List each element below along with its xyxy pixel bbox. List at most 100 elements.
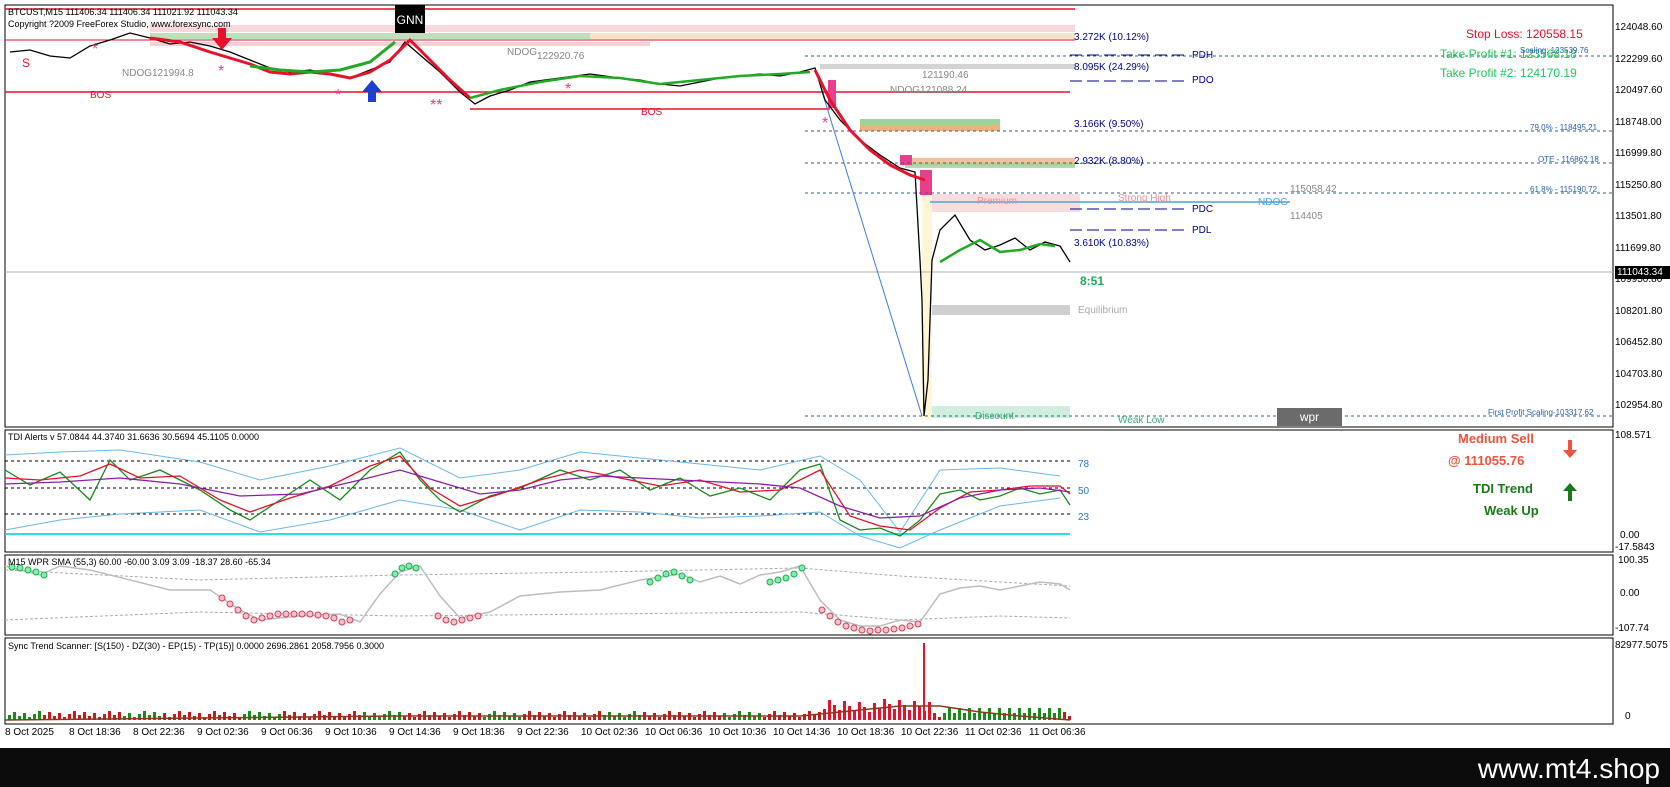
scanner-bar (483, 717, 486, 720)
price-axis-label: 109950.80 (1615, 274, 1663, 285)
scanner-bars (8, 699, 1071, 720)
scanner-axis-top: 82977.5075 (1615, 640, 1668, 651)
time-axis-label: 8 Oct 2025 (5, 727, 54, 738)
scanner-header: Sync Trend Scanner: [S(150) - DZ(30) - E… (8, 641, 385, 651)
ndog-122920-label: 122920.76 (537, 51, 585, 62)
time-axis-label: 10 Oct 10:36 (709, 727, 767, 738)
price-axis-label: 108201.80 (1615, 305, 1663, 317)
price-axis-label: 120497.60 (1615, 85, 1663, 96)
premium-label: Premium (977, 196, 1018, 207)
supply-zone-7 (860, 125, 1000, 131)
tdi-header: TDI Alerts v 57.0844 44.3740 31.6636 30.… (8, 432, 260, 442)
price-axis-label: 124048.60 (1615, 22, 1663, 33)
price-axis-label: 102954.80 (1615, 400, 1663, 411)
tdi-signal-line (4, 455, 1071, 531)
scanner-bar (413, 717, 416, 720)
scanner-bar (488, 714, 491, 720)
tdi-level-23: 23 (1078, 512, 1090, 523)
time-axis-label: 9 Oct 02:36 (197, 727, 249, 738)
time-axis-label: 10 Oct 18:36 (837, 727, 895, 738)
time-axis-label: 9 Oct 18:36 (453, 727, 505, 738)
scanner-bar (453, 714, 456, 720)
wpr-sma-lower (4, 611, 1071, 621)
scanner-bar (518, 717, 521, 720)
scanner-bar (698, 714, 701, 720)
scanner-bar (798, 717, 801, 720)
svg-text:*: * (92, 41, 98, 58)
wpr-axis-top: 100.35 (1618, 555, 1649, 566)
scanner-bar (1058, 708, 1061, 720)
pdo-label: PDO (1192, 75, 1214, 86)
level-114405-label: 114405 (1290, 211, 1323, 222)
wpr-header: M15 WPR SMA (55,3) 60.00 -60.00 3.09 3.0… (8, 557, 271, 567)
time-axis-label: 9 Oct 06:36 (261, 727, 313, 738)
supply-zone-5 (820, 64, 1075, 69)
scanner-bar (973, 713, 976, 720)
time-axis-label: 10 Oct 02:36 (581, 727, 639, 738)
scanner-bar (593, 714, 596, 720)
scanner-bar (923, 711, 926, 720)
scanner-bar (903, 705, 906, 720)
tdi-signal-label: Medium Sell (1458, 431, 1534, 446)
scanner-bar (1028, 708, 1031, 720)
tdi-band-lower (4, 497, 1061, 549)
scanner-bar (223, 712, 226, 720)
tdi-axis-zero: 0.00 (1620, 530, 1640, 541)
scanner-bar (828, 700, 831, 720)
scaling-right-label: Scaling: 123539.76 (1520, 46, 1589, 55)
ote-label: OTE - 116862.18 (1538, 155, 1599, 164)
pink-block-2 (920, 170, 932, 195)
price-axis-label: 115250.80 (1615, 179, 1662, 191)
scanner-bar (918, 706, 921, 720)
equilibrium-label: Equilibrium (1078, 305, 1128, 316)
tdi-level-50: 50 (1078, 486, 1090, 497)
price-axis-label: 104703.80 (1615, 368, 1663, 380)
scanner-bar (658, 717, 661, 720)
chart-canvas[interactable]: *** **** (0, 0, 1670, 748)
level-115058-label: 115058.42 (1290, 184, 1337, 195)
wpr-line (4, 565, 1071, 627)
wpr-panel-frame (4, 554, 1614, 636)
scanner-bar (1018, 708, 1021, 720)
time-axis-label: 10 Oct 14:36 (773, 727, 831, 738)
fib-618-label: 61.8% - 115190.72 (1530, 185, 1598, 194)
range-k3-label: 2.932K (8.80%) (1074, 156, 1144, 167)
range-k2-label: 3.166K (9.50%) (1074, 119, 1144, 130)
price-axis-label: 122299.60 (1615, 53, 1663, 65)
scanner-bar (448, 717, 451, 720)
scanner-bar (1013, 713, 1016, 720)
sell-arrow-icon (1563, 440, 1577, 458)
time-axis-label: 9 Oct 14:36 (389, 727, 441, 738)
scanner-bar (963, 713, 966, 720)
scanner-bar (948, 708, 951, 720)
tdi-axis-top: 108.571 (1615, 430, 1652, 441)
discount-label: Discount (975, 411, 1014, 422)
svg-text:*: * (565, 81, 571, 98)
scanner-bar (813, 715, 816, 720)
supply-zone-9 (905, 163, 1075, 168)
scanner-bar (858, 702, 861, 720)
ma-green-3 (939, 238, 1056, 264)
terminal-window: * * * ** * * BTCUST,M15 111406.34 111406.34 … (0, 0, 1670, 787)
wpr-sma-upper (4, 567, 1071, 587)
scanner-bar (853, 711, 856, 720)
scanner-bar (293, 712, 296, 720)
scanner-bar (418, 714, 421, 720)
scanner-bar (318, 711, 321, 720)
scanner-bar (938, 717, 941, 720)
scanner-bar (898, 700, 901, 720)
wpr-button[interactable]: wpr (1277, 408, 1342, 426)
scanner-bar (383, 714, 386, 720)
scanner-bar (763, 717, 766, 720)
scanner-axis-zero: 0 (1625, 711, 1631, 722)
bos-label-1: BOS (90, 90, 112, 101)
scanner-bar (663, 714, 666, 720)
buy-arrow-icon (362, 80, 382, 102)
scanner-bar (733, 714, 736, 720)
ma-green-2 (469, 70, 811, 100)
scanner-bar (953, 713, 956, 720)
svg-text:*: * (218, 63, 224, 80)
range-k1-label: 8.095K (24.29%) (1074, 62, 1150, 73)
scanner-bar (883, 699, 886, 720)
scanner-bar (248, 711, 251, 720)
